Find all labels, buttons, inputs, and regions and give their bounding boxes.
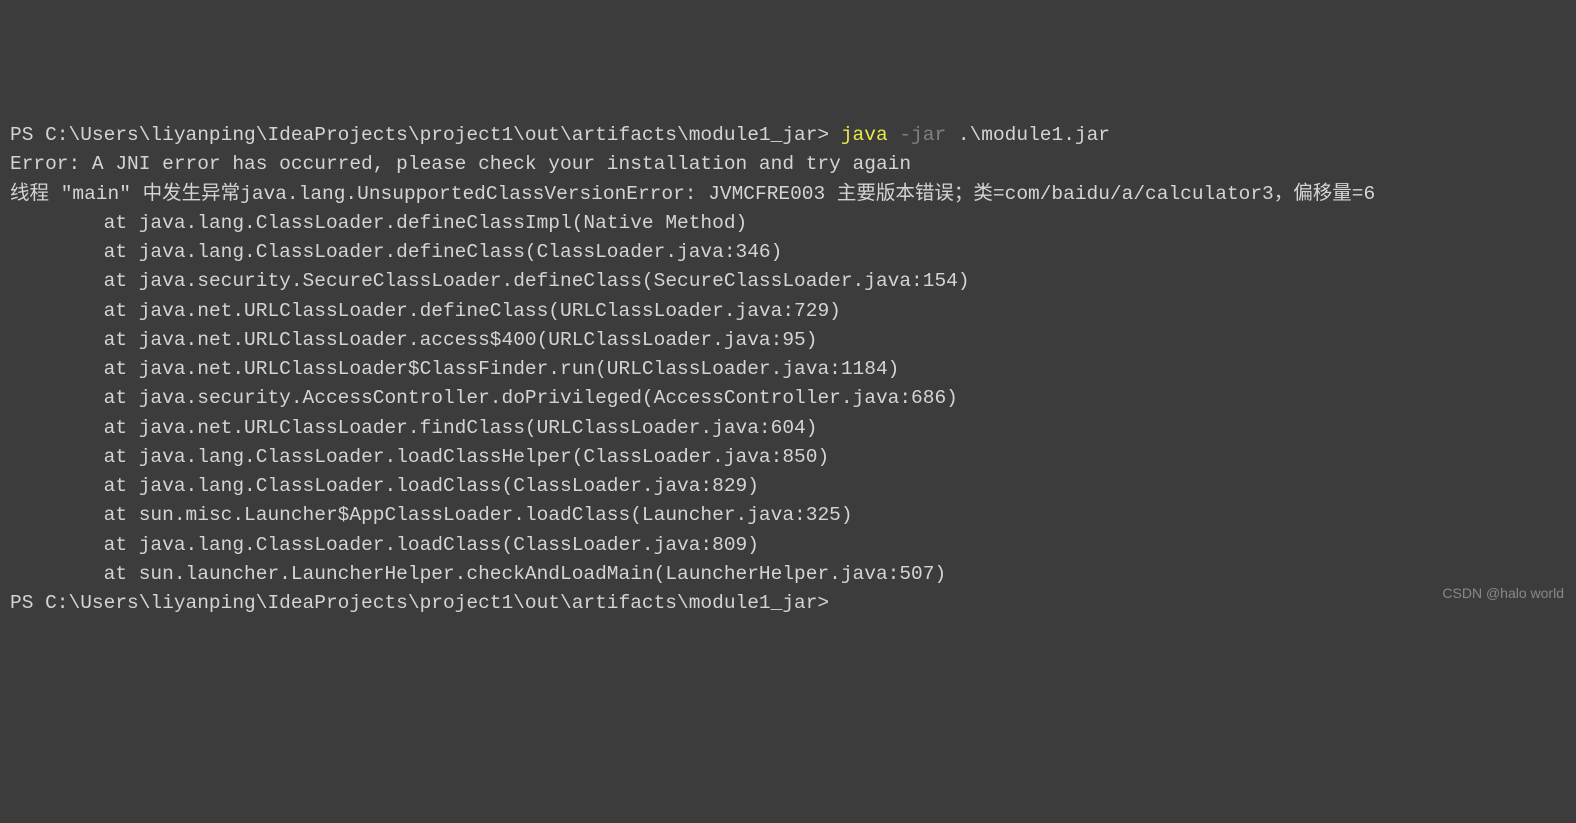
stack-trace-line: at java.security.SecureClassLoader.defin… (10, 270, 970, 292)
error-line-jni: Error: A JNI error has occurred, please … (10, 153, 911, 175)
stack-trace-line: at sun.launcher.LauncherHelper.checkAndL… (10, 563, 946, 585)
powershell-prompt: PS C:\Users\liyanping\IdeaProjects\proje… (10, 124, 841, 146)
stack-trace-line: at java.net.URLClassLoader.findClass(URL… (10, 417, 817, 439)
error-line-exception: 线程 "main" 中发生异常java.lang.UnsupportedClas… (10, 183, 1375, 205)
stack-trace-line: at java.lang.ClassLoader.defineClass(Cla… (10, 241, 782, 263)
stack-trace-line: at java.security.AccessController.doPriv… (10, 387, 958, 409)
watermark-text: CSDN @halo world (1442, 583, 1564, 604)
stack-trace-line: at java.net.URLClassLoader.defineClass(U… (10, 300, 841, 322)
stack-trace-line: at java.lang.ClassLoader.loadClass(Class… (10, 534, 759, 556)
stack-trace-line: at java.lang.ClassLoader.defineClassImpl… (10, 212, 747, 234)
stack-trace-line: at sun.misc.Launcher$AppClassLoader.load… (10, 504, 853, 526)
stack-trace-line: at java.net.URLClassLoader$ClassFinder.r… (10, 358, 899, 380)
command-arg-jarfile: .\module1.jar (946, 124, 1110, 146)
stack-trace-line: at java.net.URLClassLoader.access$400(UR… (10, 329, 817, 351)
terminal-output[interactable]: PS C:\Users\liyanping\IdeaProjects\proje… (10, 121, 1566, 618)
powershell-prompt-empty: PS C:\Users\liyanping\IdeaProjects\proje… (10, 592, 829, 614)
stack-trace-line: at java.lang.ClassLoader.loadClass(Class… (10, 475, 759, 497)
command-java: java (841, 124, 888, 146)
command-flag-jar: -jar (888, 124, 947, 146)
stack-trace-line: at java.lang.ClassLoader.loadClassHelper… (10, 446, 829, 468)
